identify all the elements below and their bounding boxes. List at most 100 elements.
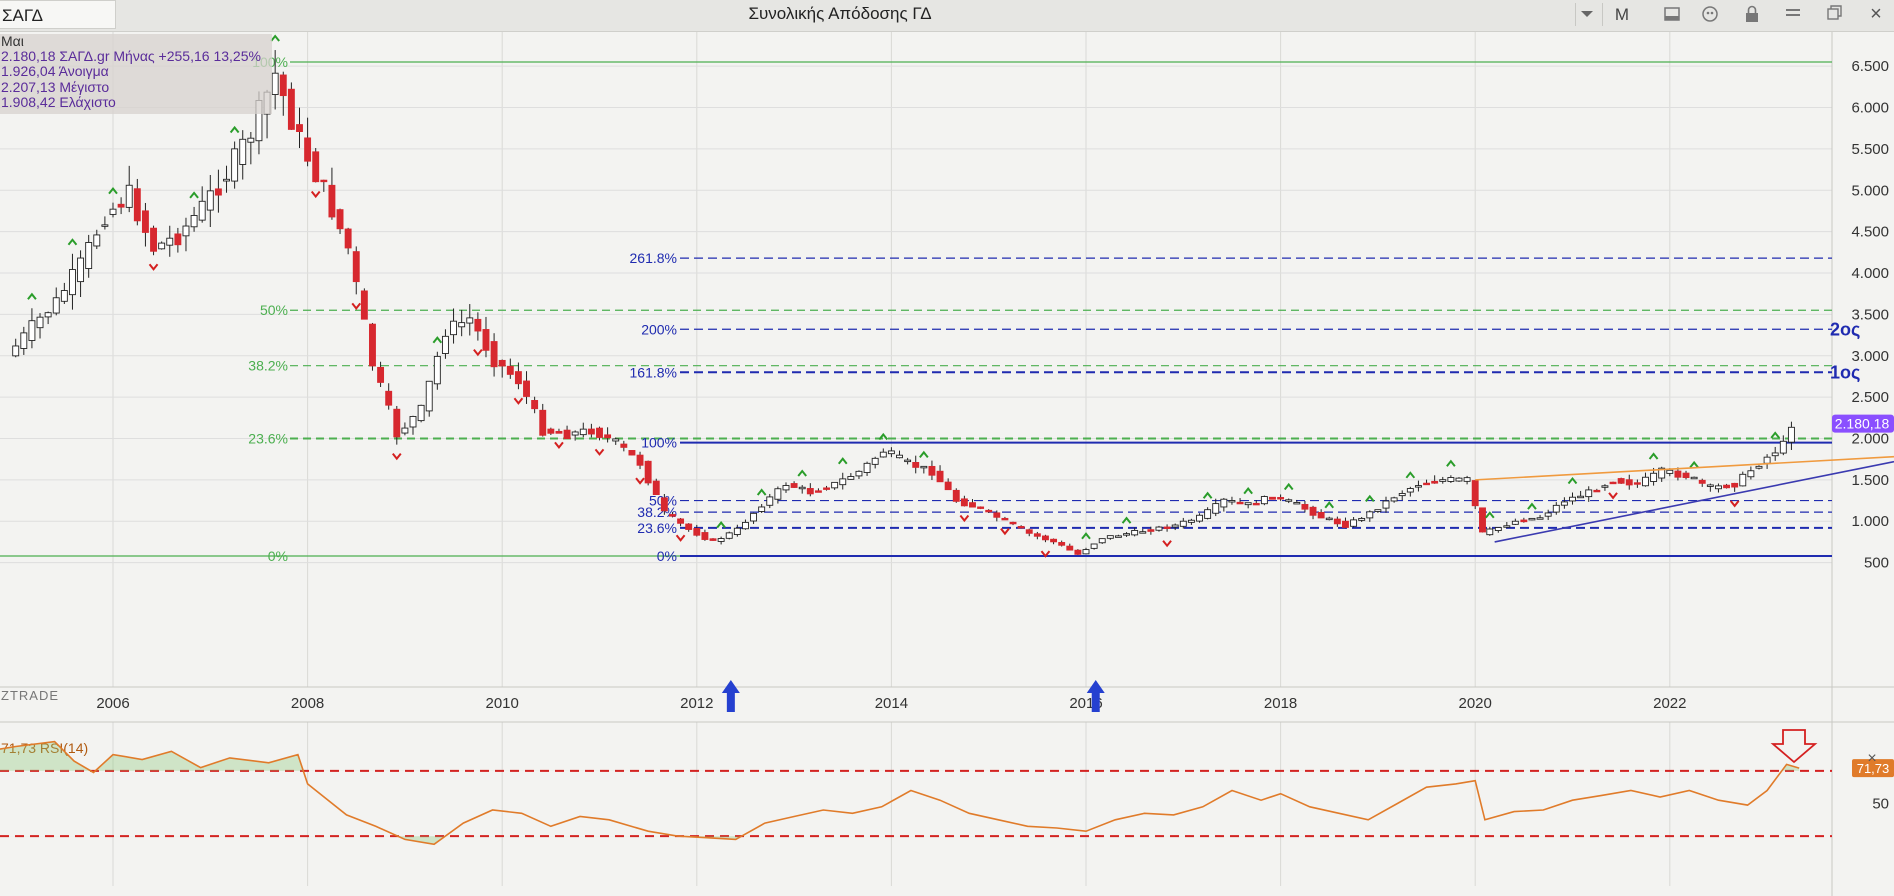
- last-price-label: 2.180,18: [1835, 416, 1890, 432]
- candlestick-series: [12, 34, 1795, 558]
- swing-low-marker: [959, 514, 970, 523]
- candle-up: [450, 320, 457, 336]
- candle-up: [1414, 485, 1422, 488]
- candle-up: [20, 332, 28, 349]
- swing-high-marker: [67, 238, 78, 246]
- candle-down: [596, 427, 603, 438]
- candle-up: [28, 320, 36, 341]
- fib-level-label: 38.2%: [248, 358, 288, 374]
- fib-level-label: 50%: [260, 302, 288, 318]
- candle-down: [539, 409, 547, 436]
- swing-low-marker: [635, 477, 645, 485]
- x-tick-label: 2010: [486, 695, 519, 712]
- candle-up: [1650, 472, 1658, 482]
- candle-down: [1001, 517, 1009, 521]
- candle-down: [652, 480, 660, 496]
- candle-up: [109, 208, 117, 215]
- candle-up: [1706, 484, 1714, 487]
- candle-up: [1374, 509, 1382, 512]
- candle-up: [1382, 500, 1390, 509]
- x-tick-label: 2020: [1459, 695, 1492, 712]
- candle-down: [369, 323, 376, 367]
- candle-down: [960, 498, 968, 507]
- trend-lines[interactable]: [1475, 455, 1894, 543]
- swing-high-marker: [1567, 476, 1578, 485]
- fibonacci-retracement-2007-2012[interactable]: 100%50%38.2%23.6%0%: [0, 54, 1832, 564]
- candle-down: [814, 490, 822, 493]
- fib-level-label: 0%: [268, 548, 288, 564]
- candle-down: [287, 88, 295, 130]
- candle-up: [433, 355, 441, 385]
- annotations: 2ος 1ος: [721, 319, 1860, 712]
- candle-up: [725, 532, 733, 539]
- swing-high-marker: [837, 457, 848, 465]
- candle-up: [182, 225, 190, 237]
- candle-up: [401, 427, 409, 434]
- x-tick-label: 2006: [96, 695, 129, 712]
- candle-down: [985, 509, 993, 513]
- candle-down: [936, 470, 944, 483]
- candle-up: [847, 476, 855, 480]
- fib-extension-label: 261.8%: [630, 250, 677, 266]
- candle-up: [798, 486, 806, 490]
- period-label: Μαι: [1, 33, 24, 49]
- candle-down: [1731, 482, 1739, 488]
- y-tick-label: 4.500: [1851, 224, 1889, 241]
- candle-down: [352, 251, 360, 283]
- y-tick-label: 2.000: [1851, 430, 1889, 447]
- high-value: 2.207,13 Μέγιστο: [1, 78, 110, 95]
- candle-down: [1431, 480, 1439, 484]
- candle-down: [1423, 482, 1431, 486]
- candle-down: [677, 518, 685, 524]
- candle-down: [790, 483, 798, 488]
- candle-up: [60, 290, 68, 302]
- candle-down: [1252, 502, 1260, 506]
- swing-high-marker: [1527, 502, 1537, 510]
- x-tick-label: 2014: [875, 695, 908, 712]
- price-axis: 6.5006.0005.5005.0004.5004.0003.5003.000…: [1832, 58, 1894, 572]
- candle-up: [1366, 511, 1374, 519]
- close-value: 2.180,18 ΣΑΓΔ.gr Μήνας +255,16 13,25%: [1, 48, 261, 65]
- swing-low-marker: [1000, 528, 1010, 536]
- candle-up: [466, 317, 474, 324]
- candle-up: [1390, 497, 1398, 502]
- candle-up: [44, 312, 52, 318]
- candle-up: [85, 242, 93, 269]
- rsi-panel: 71,73 RSI(14)5071,73×: [0, 729, 1894, 846]
- candle-up: [1293, 502, 1301, 505]
- fib-extension-label: 200%: [641, 321, 677, 337]
- candle-down: [1033, 533, 1041, 537]
- swing-high-marker: [1324, 501, 1335, 509]
- candle-up: [1131, 529, 1139, 536]
- candle-up: [742, 521, 749, 530]
- candle-up: [1714, 485, 1722, 490]
- candle-up: [758, 506, 766, 512]
- swing-high-marker: [1485, 511, 1495, 519]
- candle-up: [1350, 519, 1358, 527]
- y-tick-label: 6.500: [1851, 58, 1889, 75]
- bottom-arrow-marker: [721, 680, 740, 712]
- candle-up: [1155, 526, 1163, 531]
- swing-high-marker: [1770, 431, 1780, 439]
- candle-up: [1690, 476, 1698, 480]
- candle-up: [1179, 520, 1187, 527]
- candle-down: [1074, 549, 1082, 555]
- swing-high-marker: [1446, 459, 1456, 467]
- fibonacci-extension-2014-2016[interactable]: 261.8%200%161.8%100%50%38.2%23.6%0%: [630, 250, 1832, 564]
- x-tick-label: 2018: [1264, 695, 1297, 712]
- candle-up: [1494, 527, 1502, 531]
- candle-down: [1479, 507, 1486, 533]
- candle-down: [312, 151, 320, 183]
- candle-down: [587, 428, 595, 435]
- candle-up: [920, 465, 928, 469]
- y-tick-label: 6.000: [1851, 100, 1889, 117]
- swing-low-marker: [392, 453, 402, 461]
- candle-up: [1763, 456, 1771, 464]
- candle-down: [1025, 529, 1033, 534]
- fib-extension-label: 161.8%: [630, 364, 677, 380]
- candle-down: [1593, 489, 1601, 493]
- candle-up: [1285, 499, 1293, 502]
- candle-down: [214, 188, 222, 196]
- candle-up: [1601, 485, 1609, 488]
- candle-up: [839, 478, 847, 486]
